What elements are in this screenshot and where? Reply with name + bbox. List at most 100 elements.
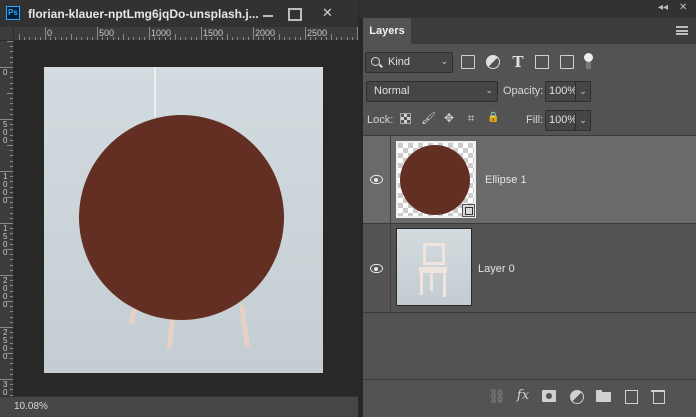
pixel-filter-icon[interactable]	[461, 55, 475, 69]
filter-toggle[interactable]	[583, 53, 593, 71]
shape-layer-badge-icon	[462, 204, 475, 217]
ruler-tick	[10, 218, 13, 219]
vertical-ruler[interactable]: 05 0 01 0 0 01 5 0 02 0 0 02 5 0 03 0 0 …	[0, 41, 14, 396]
ruler-tick	[0, 223, 13, 224]
ruler-tick	[10, 291, 13, 292]
ruler-tick	[0, 379, 13, 380]
chair-thumbnail-back	[423, 243, 445, 265]
ruler-tick	[237, 37, 238, 40]
collapse-panels-icon[interactable]: ◂◂	[658, 2, 668, 13]
ruler-tick	[191, 37, 192, 40]
image-canvas[interactable]	[44, 67, 323, 373]
visibility-toggle[interactable]	[363, 136, 391, 223]
horizontal-ruler[interactable]: 0 500 1000 1500 2000 2500	[14, 27, 358, 41]
ruler-tick	[10, 103, 13, 104]
new-adjustment-layer-icon[interactable]	[569, 388, 585, 404]
layer-row-layer-0[interactable]: Layer 0	[363, 225, 696, 313]
chair-thumbnail-leg	[430, 273, 433, 291]
ruler-tick	[66, 37, 67, 40]
ellipse-shape[interactable]	[79, 115, 284, 320]
lock-transparent-pixels-icon[interactable]	[400, 113, 411, 124]
ruler-tick	[10, 322, 13, 323]
new-layer-icon[interactable]	[623, 388, 639, 404]
ruler-tick	[284, 37, 285, 40]
chair-thumbnail-leg	[443, 273, 446, 297]
lock-all-icon[interactable]: 🔒	[487, 112, 499, 125]
ruler-tick	[10, 285, 13, 286]
delete-layer-trash-icon[interactable]	[650, 388, 666, 404]
ruler-tick	[10, 389, 13, 390]
ruler-tick	[10, 306, 13, 307]
ruler-tick	[10, 98, 13, 99]
lock-artboard-icon[interactable]: ⌗	[465, 112, 477, 125]
ruler-tick	[227, 34, 228, 40]
layer-thumbnail[interactable]	[396, 228, 472, 306]
ruler-tick	[180, 37, 181, 40]
minimize-button[interactable]	[260, 5, 276, 21]
ruler-tick	[0, 119, 13, 120]
layer-name[interactable]: Ellipse 1	[485, 174, 527, 186]
ruler-tick	[0, 67, 13, 68]
visibility-toggle[interactable]	[363, 225, 391, 312]
ruler-tick	[10, 254, 13, 255]
ruler-tick	[10, 135, 13, 136]
ruler-tick	[274, 37, 275, 40]
ruler-tick	[165, 37, 166, 40]
photoshop-logo-icon: Ps	[6, 6, 20, 20]
ruler-tick	[149, 27, 150, 40]
lock-image-pixels-icon[interactable]: 🖌	[421, 112, 436, 125]
zoom-level[interactable]: 10.08%	[14, 401, 48, 412]
ruler-tick	[0, 327, 13, 328]
shape-filter-icon[interactable]	[535, 55, 549, 69]
ruler-tick	[206, 37, 207, 40]
ruler-tick	[81, 37, 82, 40]
ruler-tick	[258, 37, 259, 40]
link-layers-icon[interactable]: ⛓	[488, 388, 506, 404]
ruler-tick	[10, 259, 13, 260]
document-title-bar[interactable]: Ps florian-klauer-nptLmg6jqDo-unsplash.j…	[0, 0, 358, 27]
layer-style-fx-icon[interactable]: fx	[515, 388, 531, 404]
ruler-tick	[211, 37, 212, 40]
ruler-tick	[10, 369, 13, 370]
close-panel-icon[interactable]: ✕	[679, 2, 687, 13]
ruler-tick	[10, 187, 13, 188]
layer-thumbnail[interactable]	[396, 141, 476, 218]
pasteboard[interactable]	[14, 41, 358, 396]
fill-dropdown-button[interactable]: ⌄	[575, 110, 591, 131]
ruler-tick	[326, 37, 327, 40]
ruler-tick	[10, 166, 13, 167]
blend-mode-select[interactable]: Normal ⌄	[366, 81, 498, 102]
type-filter-icon[interactable]: T	[511, 55, 525, 70]
ruler-tick	[248, 37, 249, 40]
ruler-tick	[289, 37, 290, 40]
lock-position-icon[interactable]: ✥	[443, 112, 455, 125]
ruler-tick	[113, 37, 114, 40]
ruler-tick	[7, 41, 13, 42]
add-mask-icon[interactable]	[541, 388, 557, 404]
panel-menu-icon[interactable]	[676, 26, 688, 35]
layer-row-ellipse-1[interactable]: Ellipse 1	[363, 136, 696, 224]
layer-name[interactable]: Layer 0	[478, 263, 515, 275]
adjustment-filter-icon[interactable]	[486, 55, 500, 69]
ruler-origin[interactable]	[0, 27, 14, 41]
close-button[interactable]: ✕	[320, 5, 336, 21]
ruler-tick	[118, 37, 119, 40]
ruler-tick	[19, 34, 20, 40]
chair-leg	[239, 304, 250, 348]
lock-label: Lock:	[367, 114, 394, 126]
new-group-folder-icon[interactable]	[596, 388, 612, 404]
tab-layers[interactable]: Layers	[363, 18, 411, 44]
ruler-tick	[196, 37, 197, 40]
ruler-tick	[10, 239, 13, 240]
smart-object-filter-icon[interactable]	[560, 55, 574, 69]
ruler-tick	[279, 34, 280, 40]
ruler-tick	[352, 37, 353, 40]
close-icon: ✕	[322, 5, 333, 20]
ruler-tick	[50, 37, 51, 40]
opacity-dropdown-button[interactable]: ⌄	[575, 81, 591, 102]
ruler-tick	[7, 145, 13, 146]
maximize-button[interactable]	[285, 5, 302, 21]
ruler-tick	[217, 37, 218, 40]
ruler-tick	[10, 280, 13, 281]
kind-filter-select[interactable]: Kind ⌄	[365, 52, 453, 73]
